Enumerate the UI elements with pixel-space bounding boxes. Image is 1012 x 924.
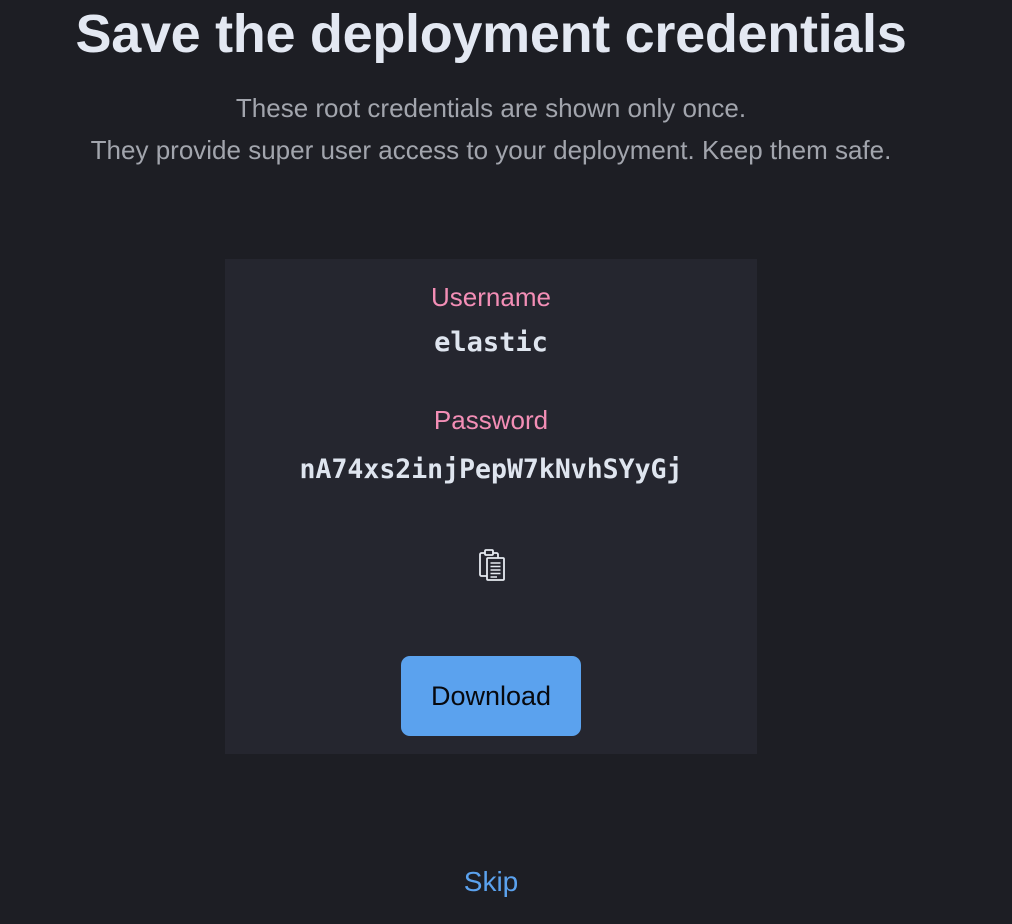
skip-link[interactable]: Skip [0, 864, 982, 900]
password-label: Password [433, 405, 549, 435]
page-title: Save the deployment credentials [75, 4, 907, 64]
username-label: Username [431, 282, 551, 312]
download-button[interactable]: Download [401, 656, 581, 736]
clipboard-icon[interactable] [477, 547, 509, 583]
subtitle-line-1: These root credentials are shown only on… [235, 93, 747, 123]
password-value: nA74xs2injPepW7kNvhSYyGj [299, 454, 683, 485]
credentials-page: Save the deployment credentials These ro… [0, 0, 1012, 924]
username-value: elastic [434, 327, 548, 358]
credentials-card: Username elastic Password nA74xs2injPepW… [225, 259, 757, 754]
subtitle-line-2: They provide super user access to your d… [90, 135, 892, 165]
